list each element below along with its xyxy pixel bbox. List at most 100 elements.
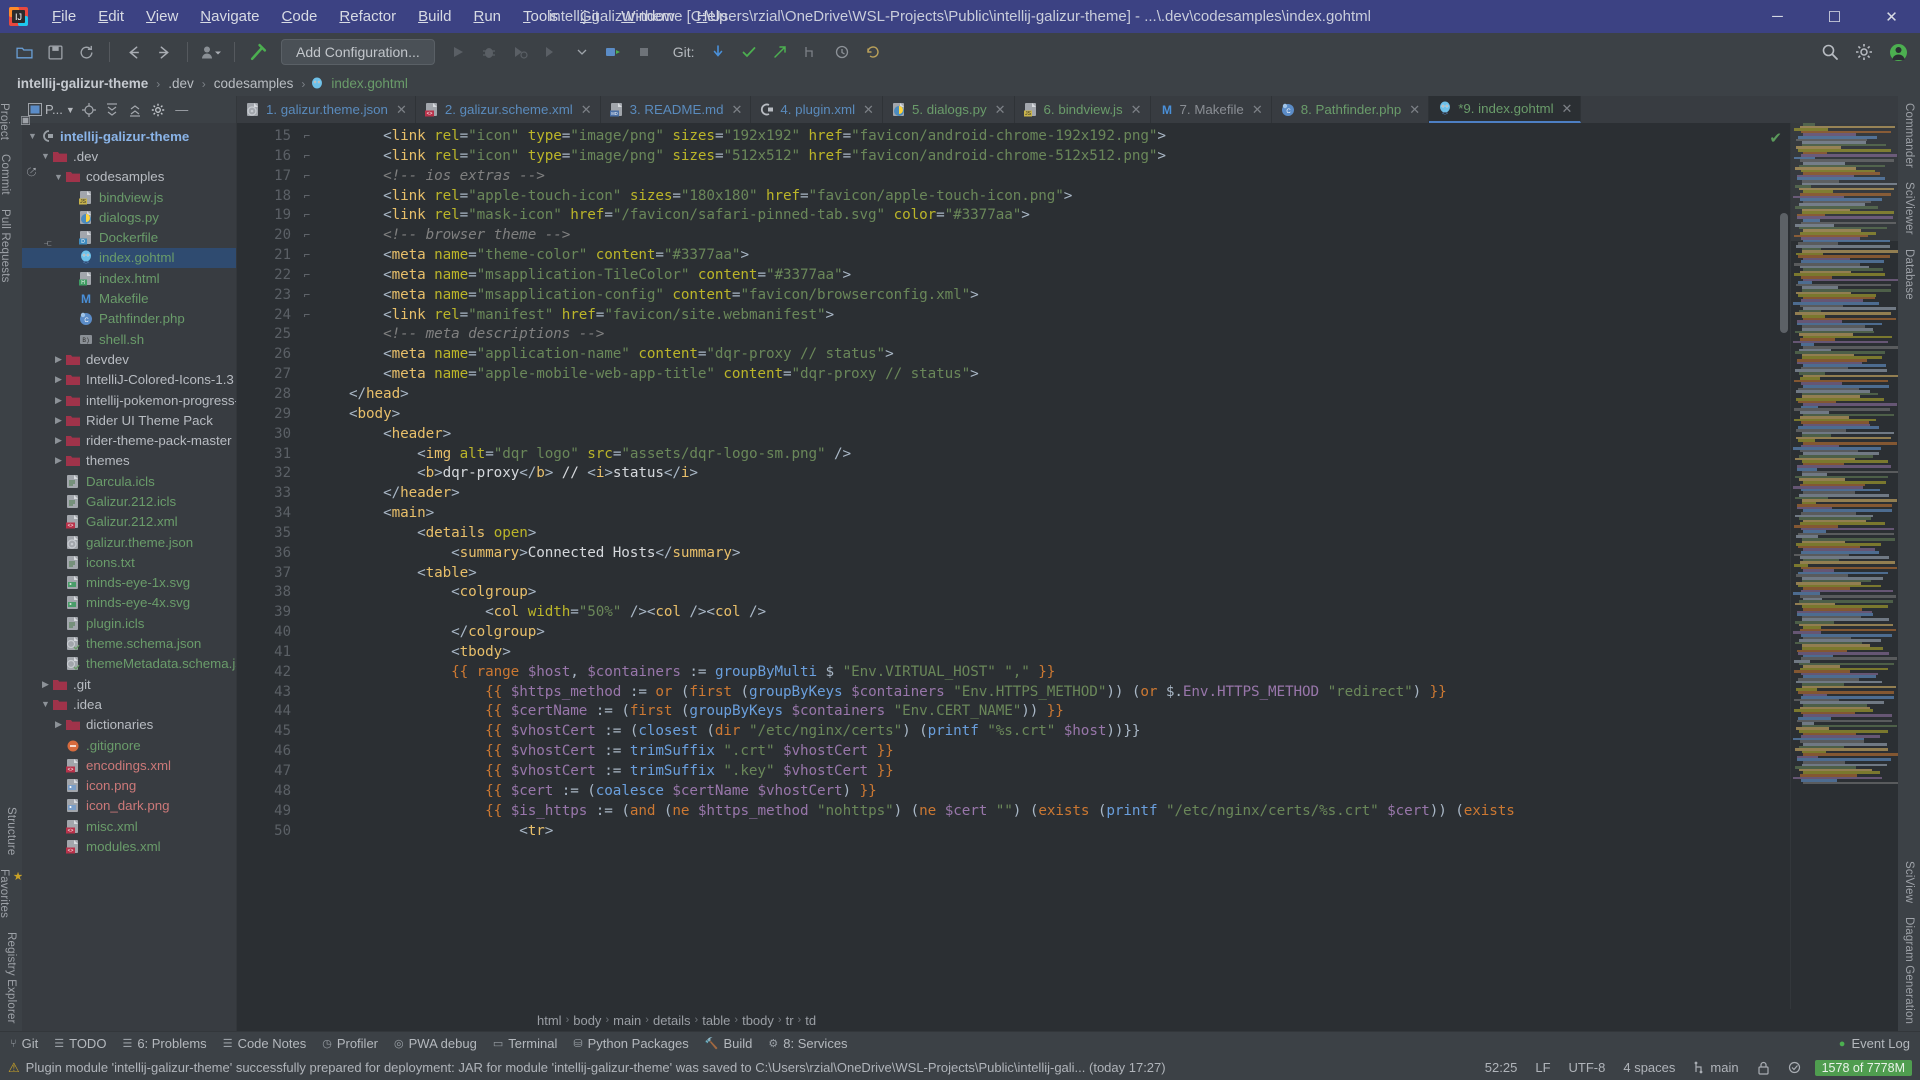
add-configuration-button[interactable]: Add Configuration... (281, 39, 435, 65)
source-code[interactable]: <link rel="icon" type="image/png" sizes=… (315, 123, 1790, 1009)
locate-file-icon[interactable] (81, 102, 98, 117)
menu-item-code[interactable]: Code (271, 6, 329, 27)
stop-icon[interactable] (630, 38, 658, 66)
vertical-scrollbar[interactable] (1780, 213, 1788, 333)
code-line[interactable]: </head> (315, 385, 1790, 405)
editor-breadcrumb-item[interactable]: main (613, 1013, 641, 1028)
indent-setting[interactable]: 4 spaces (1619, 1060, 1679, 1075)
tree-row[interactable]: ▶ .git (22, 674, 236, 694)
tree-row[interactable]: ▼ intellij-galizur-theme (22, 126, 236, 146)
chevron-right-icon[interactable]: ▶ (52, 415, 65, 426)
tree-row[interactable]: ▼ .idea (22, 694, 236, 714)
tree-row[interactable]: • minds-eye-1x.svg (22, 573, 236, 593)
fold-marker[interactable]: ⌐ (299, 306, 315, 326)
project-panel-title[interactable]: P... ▼ (28, 102, 75, 117)
tree-row[interactable]: • themeMetadata.schema.jso (22, 654, 236, 674)
code-line[interactable]: <colgroup> (315, 583, 1790, 603)
code-editor[interactable]: 15 16 17 18 19 20 21 22 23 24 25 26 27 28 29 30 31 32 33 34… (237, 123, 1898, 1009)
breadcrumb-item-project[interactable]: intellij-galizur-theme (14, 76, 151, 91)
menu-item-navigate[interactable]: Navigate (189, 6, 270, 27)
menu-item-build[interactable]: Build (407, 6, 462, 27)
close-tab-icon[interactable]: ✕ (581, 102, 592, 118)
code-line[interactable]: <details open> (315, 524, 1790, 544)
menu-item-refactor[interactable]: Refactor (328, 6, 407, 27)
close-tab-icon[interactable]: ✕ (731, 102, 742, 118)
tree-row[interactable]: ▶ IntelliJ-Colored-Icons-1.3 (22, 370, 236, 390)
tool-window-todo[interactable]: ☰ TODO (54, 1036, 106, 1051)
strip-tab-favorites[interactable]: ★ Favorites (0, 862, 24, 925)
back-arrow-icon[interactable] (119, 38, 147, 66)
git-push-icon[interactable] (766, 38, 794, 66)
expand-all-icon[interactable] (105, 102, 121, 117)
tree-row[interactable]: •D Dockerfile (22, 227, 236, 247)
settings-gear-icon[interactable] (1850, 38, 1878, 66)
profile-icon[interactable] (197, 38, 225, 66)
tree-row[interactable]: ▶ intellij-pokemon-progress-r (22, 390, 236, 410)
code-line[interactable]: <body> (315, 405, 1790, 425)
tree-row[interactable]: •<> modules.xml (22, 836, 236, 856)
fold-marker[interactable]: ⌐ (299, 127, 315, 147)
tree-row[interactable]: •<> encodings.xml (22, 755, 236, 775)
code-line[interactable]: <img alt="dqr logo" src="assets/dqr-logo… (315, 445, 1790, 465)
git-branch-widget[interactable]: main (1689, 1060, 1742, 1075)
tree-row[interactable]: • icon_dark.png (22, 796, 236, 816)
git-branch-icon[interactable] (797, 38, 825, 66)
chevron-down-icon[interactable]: ▼ (39, 699, 52, 709)
code-line[interactable]: <!-- browser theme --> (315, 226, 1790, 246)
code-line[interactable]: <link rel="icon" type="image/png" sizes=… (315, 127, 1790, 147)
tree-row[interactable]: • Darcula.icls (22, 471, 236, 491)
tree-row[interactable]: • galizur.theme.json (22, 532, 236, 552)
code-line[interactable]: <tbody> (315, 643, 1790, 663)
chevron-down-icon[interactable]: ▼ (52, 172, 65, 182)
event-log-button[interactable]: ● Event Log (1839, 1036, 1910, 1051)
editor-tab-plugin-xml[interactable]: 4. plugin.xml ✕ (751, 96, 883, 123)
breadcrumb-item-file[interactable]: index.gohtml (328, 76, 411, 91)
tree-row[interactable]: ▼ .dev (22, 146, 236, 166)
tool-window-pwa-debug[interactable]: ◎ PWA debug (394, 1036, 477, 1051)
code-line[interactable]: <meta name="msapplication-TileColor" con… (315, 266, 1790, 286)
chevron-right-icon[interactable]: ▶ (52, 455, 65, 466)
undo-icon[interactable] (859, 38, 887, 66)
menu-item-run[interactable]: Run (462, 6, 512, 27)
editor-breadcrumb-item[interactable]: body (573, 1013, 601, 1028)
strip-tab-project[interactable]: ▣ Project (0, 96, 34, 147)
close-tab-icon[interactable]: ✕ (1562, 101, 1573, 117)
maximize-button[interactable]: ☐ (1806, 0, 1863, 33)
editor-tab-galizur-scheme-xml[interactable]: <> 2. galizur.scheme.xml ✕ (416, 96, 601, 123)
run-with-coverage-icon[interactable] (506, 38, 534, 66)
inspection-status-icon[interactable]: ✔ (1769, 129, 1782, 147)
tree-row[interactable]: •<> Galizur.212.xml (22, 512, 236, 532)
close-tab-icon[interactable]: ✕ (1131, 102, 1142, 118)
fold-marker[interactable]: ⌐ (299, 206, 315, 226)
chevron-down-icon[interactable]: ▼ (39, 151, 52, 161)
fold-marker[interactable]: ⌐ (299, 147, 315, 167)
tree-row[interactable]: •<> misc.xml (22, 816, 236, 836)
code-line[interactable]: {{ $https_method := or (first (groupByKe… (315, 683, 1790, 703)
git-update-icon[interactable] (704, 38, 732, 66)
tree-row[interactable]: • B) shell.sh (22, 329, 236, 349)
code-line[interactable]: <table> (315, 564, 1790, 584)
code-line[interactable]: </colgroup> (315, 623, 1790, 643)
profiler-run-icon[interactable] (537, 38, 565, 66)
menu-item-edit[interactable]: Edit (87, 6, 135, 27)
tree-row[interactable]: • theme.schema.json (22, 633, 236, 653)
forward-arrow-icon[interactable] (150, 38, 178, 66)
chevron-right-icon[interactable]: ▶ (39, 679, 52, 690)
close-tab-icon[interactable]: ✕ (1252, 102, 1263, 118)
code-line[interactable]: <!-- ios extras --> (315, 167, 1790, 187)
editor-tab-index-gohtml[interactable]: <> *9. index.gohtml ✕ (1429, 96, 1582, 123)
editor-breadcrumb-item[interactable]: td (805, 1013, 816, 1028)
editor-breadcrumb-item[interactable]: table (702, 1013, 730, 1028)
tree-row[interactable]: • .gitignore (22, 735, 236, 755)
tree-row[interactable]: • plugin.icls (22, 613, 236, 633)
history-icon[interactable] (828, 38, 856, 66)
editor-breadcrumb-item[interactable]: html (537, 1013, 562, 1028)
tree-row[interactable]: ▶ themes (22, 451, 236, 471)
tree-row[interactable]: • icon.png (22, 776, 236, 796)
fold-marker[interactable]: ⌐ (299, 286, 315, 306)
close-button[interactable]: ✕ (1863, 0, 1920, 33)
breadcrumb-item-codesamples[interactable]: codesamples (211, 76, 297, 91)
editor-tab-bindview-js[interactable]: JS 6. bindview.js ✕ (1015, 96, 1151, 123)
settings-gear-icon[interactable] (151, 103, 167, 117)
tree-row[interactable]: • icons.txt (22, 552, 236, 572)
